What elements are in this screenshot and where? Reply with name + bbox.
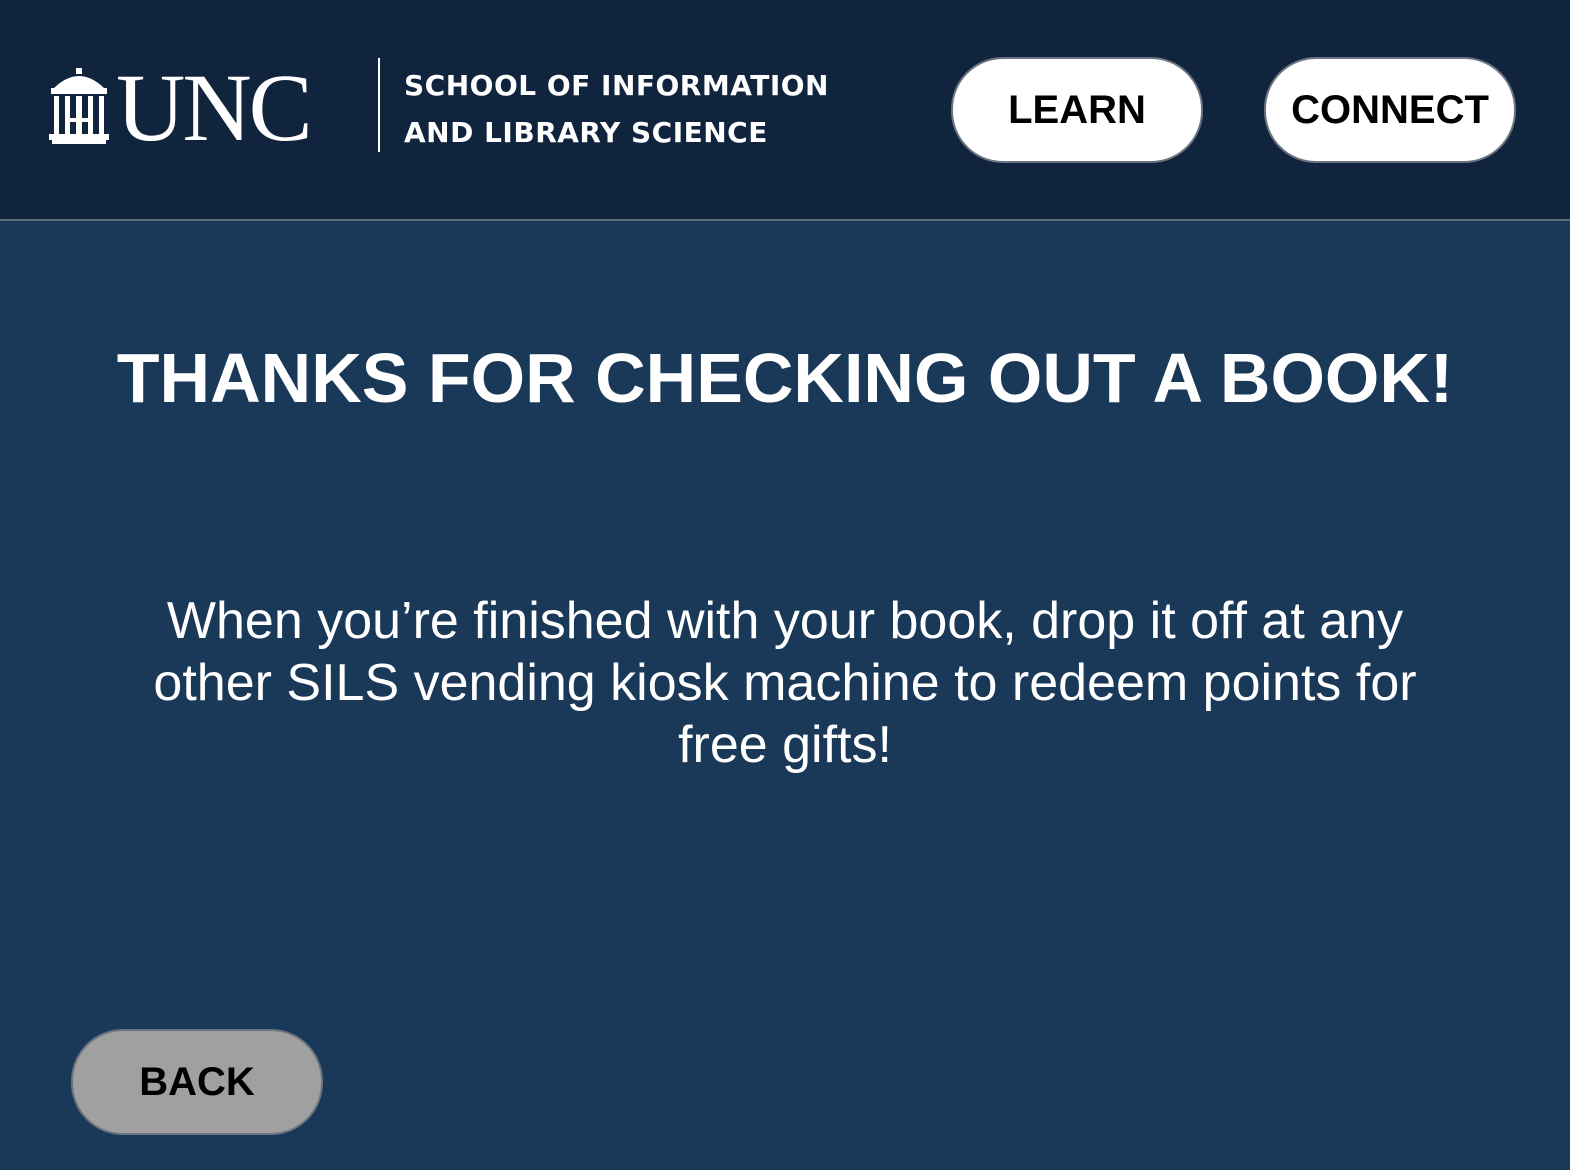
school-name-line-2: AND LIBRARY SCIENCE: [404, 116, 768, 149]
old-well-icon: [49, 67, 109, 144]
logo-divider: [378, 58, 380, 152]
header: UNC SCHOOL OF INFORMATION AND LIBRARY SC…: [0, 0, 1570, 221]
school-name-line-1: SCHOOL OF INFORMATION: [404, 69, 829, 102]
unc-wordmark: UNC: [116, 53, 313, 161]
back-button[interactable]: BACK: [71, 1029, 323, 1135]
unc-logo[interactable]: UNC: [48, 53, 313, 161]
school-name: SCHOOL OF INFORMATION AND LIBRARY SCIENC…: [404, 62, 829, 156]
page-title: THANKS FOR CHECKING OUT A BOOK!: [116, 339, 1454, 417]
learn-button[interactable]: LEARN: [951, 57, 1203, 163]
instruction-message: When you’re finished with your book, dro…: [153, 592, 1417, 774]
connect-button[interactable]: CONNECT: [1264, 57, 1516, 163]
